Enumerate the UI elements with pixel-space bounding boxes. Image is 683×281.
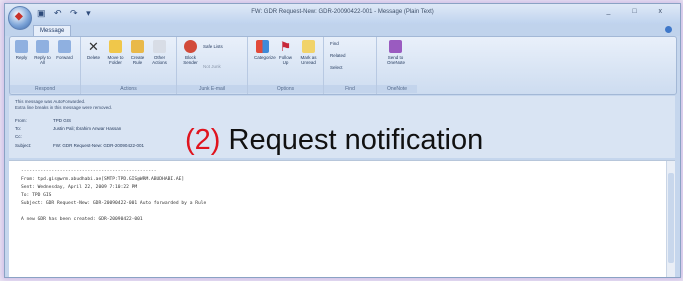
window-controls[interactable]: _ □ x: [606, 8, 672, 15]
move-to-folder-button[interactable]: Move to Folder: [107, 40, 124, 65]
group-onenote: Send to OneNote OneNote: [377, 37, 417, 94]
to-value[interactable]: Justin Pali; Ibrahim Anwar Hassan: [53, 126, 121, 131]
forward-icon: [58, 40, 71, 53]
caption-number: (2): [185, 124, 221, 156]
other-actions-button[interactable]: Other Actions: [151, 40, 168, 65]
group-actions: ✕ Delete Move to Folder Create Rule Other…: [81, 37, 177, 94]
find-button[interactable]: Find: [330, 41, 339, 46]
info-line-linebreaks: Extra line breaks in this message were r…: [15, 105, 113, 110]
not-junk-button[interactable]: Not Junk: [203, 64, 221, 69]
group-options: Categorize ⚑ Follow Up Mark as Unread Opt…: [248, 37, 324, 94]
from-value[interactable]: TPD GIS: [53, 118, 71, 123]
reply-icon: [15, 40, 28, 53]
send-to-onenote-button[interactable]: Send to OneNote: [387, 40, 405, 65]
group-label-find: Find: [324, 85, 376, 93]
group-label-options: Options: [248, 85, 323, 93]
envelope-icon: [302, 40, 315, 53]
block-icon: [184, 40, 197, 53]
mark-unread-button[interactable]: Mark as Unread: [300, 40, 317, 65]
window-title: FW: GDR Request-New: GDR-20090422-001 - …: [251, 9, 434, 15]
cc-label: Cc:: [15, 134, 22, 139]
group-label-respond: Respond: [10, 85, 80, 93]
flag-icon: ⚑: [279, 39, 292, 54]
info-bar[interactable]: This message was AutoForwarded. Extra li…: [15, 99, 112, 111]
follow-up-button[interactable]: ⚑ Follow Up: [277, 40, 294, 65]
body-line: To: TPD GIS: [21, 193, 52, 198]
group-find: Find Related Select Find: [324, 37, 377, 94]
rule-icon: [131, 40, 144, 53]
related-button[interactable]: Related: [330, 53, 346, 58]
folder-icon: [109, 40, 122, 53]
reply-button[interactable]: Reply: [13, 40, 30, 60]
caption-text: Request notification: [228, 124, 484, 156]
reply-all-button[interactable]: Reply to All: [34, 40, 51, 65]
group-label-junk: Junk E-mail: [177, 85, 247, 93]
delete-icon: ✕: [88, 39, 99, 54]
subject-label: Subject:: [15, 143, 32, 148]
group-respond: Reply Reply to All Forward Respond: [10, 37, 81, 94]
help-icon[interactable]: [665, 26, 672, 33]
block-sender-button[interactable]: Block Sender: [182, 40, 199, 65]
title-bar: ▣ ↶ ↷ ▾ FW: GDR Request-New: GDR-2009042…: [5, 4, 680, 24]
body-separator: ----------------------------------------…: [21, 169, 157, 174]
body-line: Sent: Wednesday, April 22, 2009 7:10:22 …: [21, 185, 138, 190]
scrollbar-thumb[interactable]: [668, 173, 674, 263]
vertical-scrollbar[interactable]: [666, 161, 675, 277]
categorize-icon: [256, 40, 269, 53]
body-line: Subject: GDR Request-New: GDR-20090422-0…: [21, 201, 207, 206]
delete-button[interactable]: ✕ Delete: [85, 40, 102, 60]
to-label: To:: [15, 126, 22, 131]
body-line: A new GDR has been created: GDR-20090422…: [21, 217, 143, 222]
subject-value: FW: GDR Request-New: GDR-20090422-001: [53, 143, 144, 148]
ribbon: Reply Reply to All Forward Respond ✕ Dele…: [9, 36, 677, 95]
request-notification-caption: (2) Request notification: [185, 124, 483, 157]
group-label-actions: Actions: [81, 85, 176, 93]
categorize-button[interactable]: Categorize: [254, 40, 276, 60]
onenote-icon: [389, 40, 402, 53]
ribbon-tab-row: Message: [5, 24, 680, 37]
message-body[interactable]: ----------------------------------------…: [9, 160, 675, 277]
forward-button[interactable]: Forward: [56, 40, 73, 60]
group-label-onenote: OneNote: [377, 85, 417, 93]
safe-lists-button[interactable]: Safe Lists: [203, 44, 223, 49]
group-junk: Block Sender Safe Lists Not Junk Junk E-…: [177, 37, 248, 94]
select-button[interactable]: Select: [330, 65, 343, 70]
reply-all-icon: [36, 40, 49, 53]
other-actions-icon: [153, 40, 166, 53]
office-button[interactable]: ◆: [8, 6, 32, 30]
from-label: From:: [15, 118, 27, 123]
office-logo-icon: ◆: [15, 11, 23, 22]
body-line: From: tpd.gis@wrm.abudhabi.ae[SMTP:TPD.G…: [21, 177, 185, 182]
create-rule-button[interactable]: Create Rule: [129, 40, 146, 65]
